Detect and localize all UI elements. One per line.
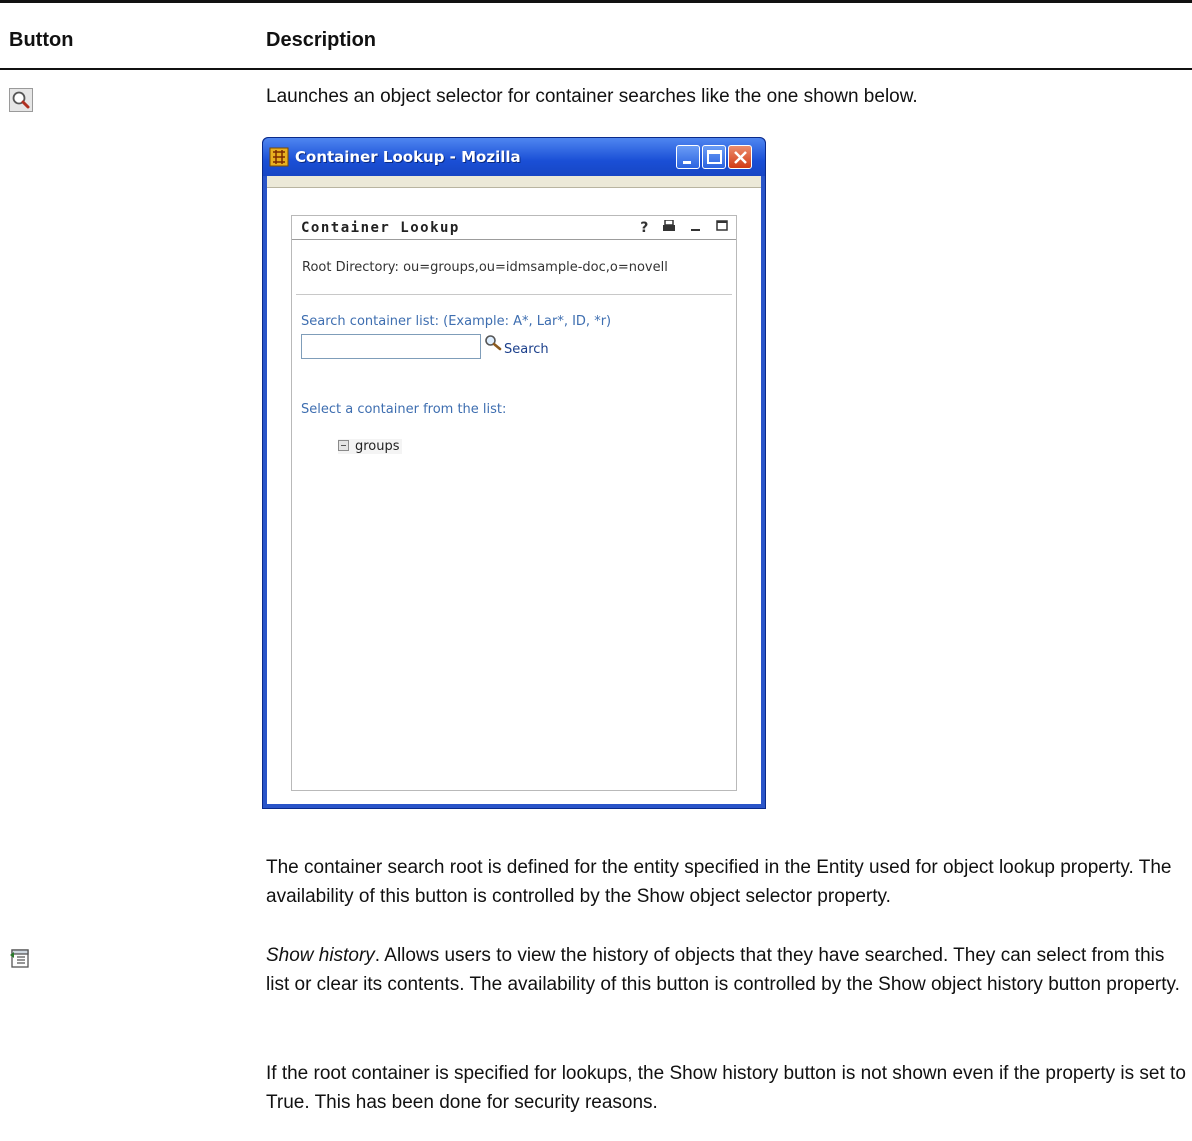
minimize-icon[interactable] xyxy=(690,220,702,236)
row1-description-intro: Launches an object selector for containe… xyxy=(266,86,918,107)
table-top-rule xyxy=(0,0,1192,3)
select-container-label: Select a container from the list: xyxy=(301,402,507,417)
row2-description-detail: If the root container is specified for l… xyxy=(266,1063,1186,1113)
portlet-controls: ? xyxy=(630,219,728,236)
window-client-area: Container Lookup ? Root Directory: ou=gr… xyxy=(267,188,761,804)
search-input[interactable] xyxy=(301,334,481,359)
root-directory-text: Root Directory: ou=groups,ou=idmsample-d… xyxy=(302,260,668,275)
portlet-title: Container Lookup xyxy=(301,220,460,236)
history-icon xyxy=(9,946,33,970)
search-icon[interactable] xyxy=(484,334,502,352)
window-minimize-button[interactable] xyxy=(676,145,700,169)
portlet-header: Container Lookup ? xyxy=(292,216,736,240)
window-close-button[interactable] xyxy=(728,145,752,169)
show-history-term: Show history xyxy=(266,945,375,966)
magnifier-icon xyxy=(9,88,33,112)
search-button[interactable]: Search xyxy=(504,342,549,357)
tree-item-groups[interactable]: groups xyxy=(338,439,402,454)
column-header-description: Description xyxy=(266,29,377,51)
tree-item-label: groups xyxy=(355,439,400,454)
window-title: Container Lookup - Mozilla xyxy=(295,148,521,166)
mozilla-window-screenshot: Container Lookup - Mozilla Container Loo… xyxy=(262,137,766,809)
window-toolbar-strip xyxy=(267,176,761,188)
maximize-icon[interactable] xyxy=(716,220,728,236)
divider xyxy=(296,294,732,295)
row1-description-detail: The container search root is defined for… xyxy=(266,857,1172,907)
row2-description-intro-text: . Allows users to view the history of ob… xyxy=(266,945,1180,995)
container-lookup-portlet: Container Lookup ? Root Directory: ou=gr… xyxy=(291,215,737,791)
print-icon[interactable] xyxy=(662,219,676,236)
search-label: Search container list: (Example: A*, Lar… xyxy=(301,314,612,329)
mozilla-app-icon xyxy=(269,147,289,167)
tree-node-icon xyxy=(338,440,349,451)
window-titlebar: Container Lookup - Mozilla xyxy=(263,138,765,176)
table-header-rule xyxy=(0,68,1192,70)
row2-description-intro: Show history. Allows users to view the h… xyxy=(266,941,1186,999)
column-header-button: Button xyxy=(9,29,74,51)
help-icon[interactable]: ? xyxy=(640,220,648,236)
window-maximize-button[interactable] xyxy=(702,145,726,169)
